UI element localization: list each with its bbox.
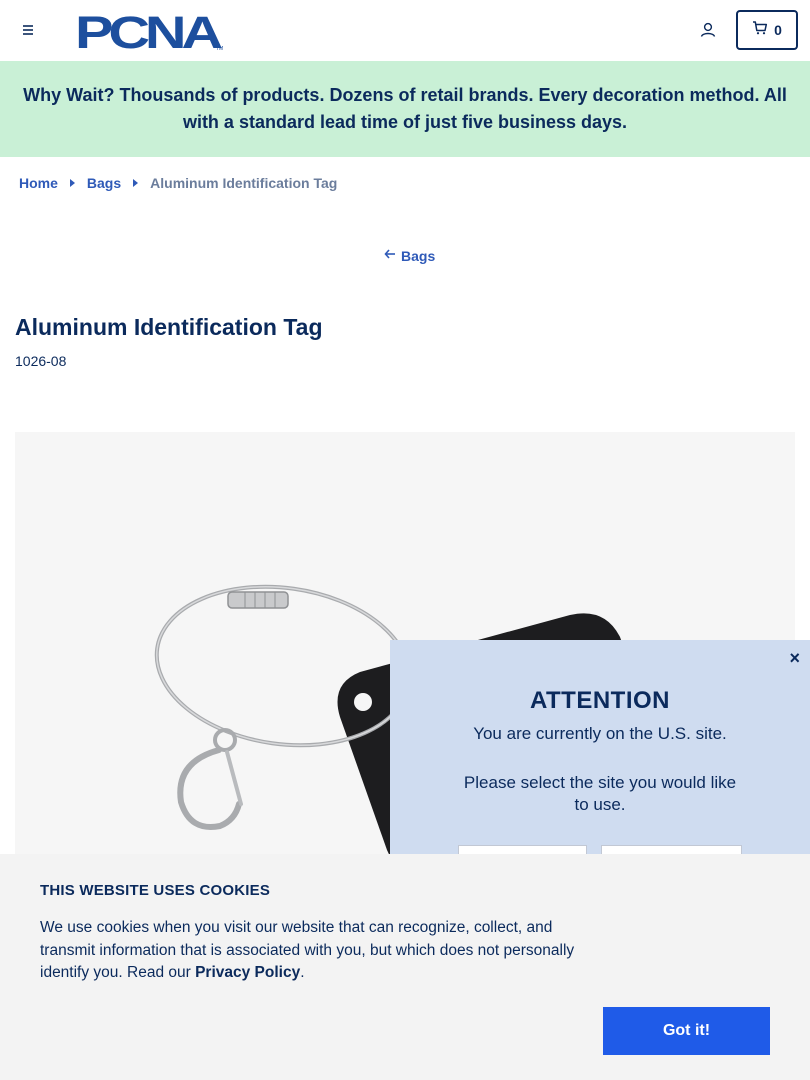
accept-cookies-button[interactable]: Got it! <box>603 1007 770 1055</box>
pcna-logo[interactable]: PCNA TM <box>75 7 226 58</box>
svg-text:TM: TM <box>216 46 223 52</box>
product-sku: 1026-08 <box>15 353 67 369</box>
breadcrumb-bags[interactable]: Bags <box>87 175 121 191</box>
arrow-left-icon <box>383 247 397 264</box>
cookie-consent-bar: THIS WEBSITE USES COOKIES We use cookies… <box>0 854 810 1080</box>
promo-banner: Why Wait? Thousands of products. Dozens … <box>0 61 810 157</box>
region-selector-modal: × ATTENTION You are currently on the U.S… <box>390 640 810 885</box>
modal-subtitle: You are currently on the U.S. site. <box>473 724 727 743</box>
breadcrumb-separator-icon <box>133 179 139 187</box>
promo-text: Why Wait? Thousands of products. Dozens … <box>23 85 787 132</box>
breadcrumb: Home Bags Aluminum Identification Tag <box>19 175 337 191</box>
svg-text:PCNA: PCNA <box>75 10 222 52</box>
modal-title: ATTENTION <box>529 687 671 714</box>
breadcrumb-separator-icon <box>69 179 75 187</box>
cookie-body: We use cookies when you visit our websit… <box>40 919 575 981</box>
hamburger-menu-icon[interactable] <box>18 20 38 40</box>
close-icon[interactable]: × <box>789 648 800 669</box>
modal-prompt: Please select the site you would like to… <box>463 773 737 814</box>
cart-button[interactable]: 0 <box>736 10 798 50</box>
cart-count: 0 <box>774 22 782 38</box>
site-header: PCNA TM 0 <box>0 0 810 61</box>
product-title: Aluminum Identification Tag <box>15 314 323 340</box>
back-link-label: Bags <box>401 247 436 264</box>
cookie-text: We use cookies when you visit our websit… <box>40 917 610 985</box>
privacy-policy-link[interactable]: Privacy Policy <box>195 964 300 981</box>
back-to-category-link[interactable]: Bags <box>383 247 435 264</box>
user-icon[interactable] <box>698 20 718 40</box>
breadcrumb-home[interactable]: Home <box>19 175 58 191</box>
cookie-text-end: . <box>300 964 305 981</box>
breadcrumb-current: Aluminum Identification Tag <box>150 175 338 191</box>
cart-icon <box>752 20 768 41</box>
cookie-title: THIS WEBSITE USES COOKIES <box>40 882 271 899</box>
